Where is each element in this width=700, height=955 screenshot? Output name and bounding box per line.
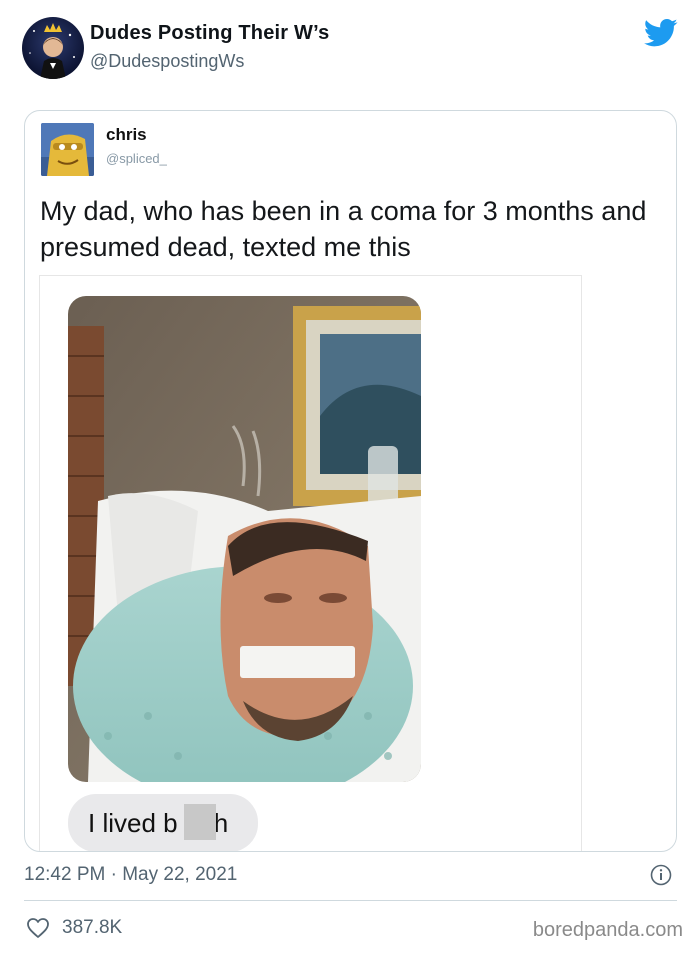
message-screenshot[interactable]: I lived b h xyxy=(39,275,582,851)
quoted-handle[interactable]: @spliced_ xyxy=(106,151,167,166)
message-bubble: I lived b h xyxy=(68,794,258,851)
tweet-timestamp[interactable]: 12:42 PM · May 22, 2021 xyxy=(24,864,237,886)
info-icon[interactable] xyxy=(650,864,672,886)
heart-icon[interactable] xyxy=(26,917,50,939)
watermark: boredpanda.com xyxy=(532,919,683,941)
quoted-avatar[interactable] xyxy=(41,123,94,176)
twitter-bird-icon[interactable] xyxy=(644,18,678,48)
user-handle[interactable]: @DudespostingWs xyxy=(90,51,244,72)
tweet-header: Dudes Posting Their W’s @DudespostingWs xyxy=(22,16,682,80)
display-name[interactable]: Dudes Posting Their W’s xyxy=(90,22,329,45)
quoted-tweet[interactable]: chris @spliced_ My dad, who has been in … xyxy=(24,110,677,852)
quoted-tweet-text: My dad, who has been in a coma for 3 mon… xyxy=(40,196,647,262)
divider xyxy=(24,900,677,901)
quoted-name[interactable]: chris xyxy=(106,125,147,145)
avatar[interactable] xyxy=(22,17,84,79)
like-count[interactable]: 387.8K xyxy=(62,917,122,939)
censor-block xyxy=(184,804,216,840)
hospital-selfie-photo xyxy=(68,296,421,782)
